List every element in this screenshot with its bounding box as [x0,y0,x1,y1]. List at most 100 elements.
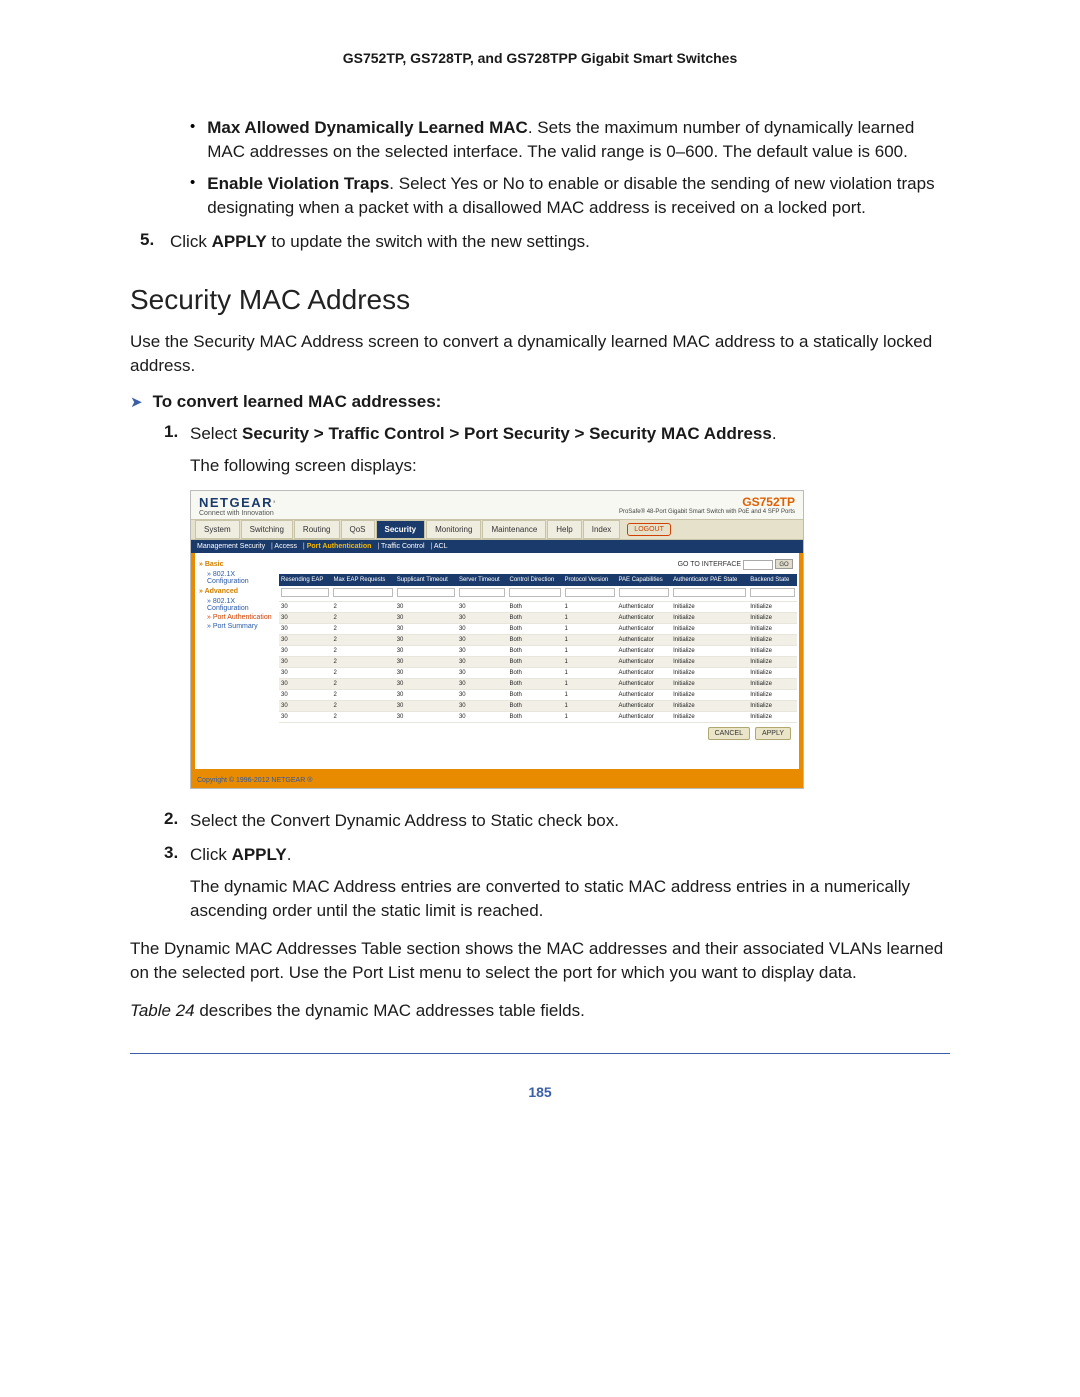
cell: 1 [563,656,617,667]
cell: 30 [395,645,457,656]
cell: Initialize [671,711,748,722]
tab-security[interactable]: Security [376,520,426,539]
step-3-num: 3. [164,843,190,923]
cell: Initialize [671,634,748,645]
cell: 30 [457,689,508,700]
cell: Both [507,623,562,634]
table-row: 3023030Both1AuthenticatorInitializeIniti… [279,700,797,711]
table-row: 3023030Both1AuthenticatorInitializeIniti… [279,612,797,623]
table-row: 3023030Both1AuthenticatorInitializeIniti… [279,678,797,689]
col-header: Protocol Version [563,574,617,586]
side-basic[interactable]: » Basic [199,559,273,570]
cell: 2 [331,645,394,656]
cell: Initialize [748,601,797,612]
side-port-auth[interactable]: » Port Authentication [199,613,273,622]
filter-input[interactable] [619,588,670,597]
filter-input[interactable] [459,588,506,597]
go-button[interactable]: GO [775,559,793,569]
cell: Initialize [671,689,748,700]
tab-routing[interactable]: Routing [294,520,340,539]
cell: Initialize [748,623,797,634]
cell: 30 [457,601,508,612]
section-title: Security MAC Address [130,284,950,316]
cell: 30 [279,601,331,612]
bullet-1: Max Allowed Dynamically Learned MAC. Set… [207,116,950,164]
cell: 30 [279,623,331,634]
filter-input[interactable] [333,588,392,597]
side-8021x-basic[interactable]: » 802.1X Configuration [199,570,273,586]
intro-para: Use the Security MAC Address screen to c… [130,330,950,378]
cell: 2 [331,689,394,700]
filter-input[interactable] [281,588,329,597]
apply-button[interactable]: APPLY [755,727,791,740]
screenshot: NETGEAR' Connect with Innovation GS752TP… [190,490,804,789]
cell: Authenticator [617,689,672,700]
cell: Authenticator [617,645,672,656]
col-header: Control Direction [507,574,562,586]
bullet-icon: • [190,116,195,164]
tab-system[interactable]: System [195,520,240,539]
cell: 30 [395,623,457,634]
cell: Authenticator [617,711,672,722]
cell: 2 [331,612,394,623]
filter-input[interactable] [673,588,746,597]
cell: Initialize [671,700,748,711]
col-header: Supplicant Timeout [395,574,457,586]
cell: Initialize [748,689,797,700]
cell: 30 [279,634,331,645]
tab-index[interactable]: Index [583,520,621,539]
cell: 1 [563,601,617,612]
cell: Initialize [748,700,797,711]
cell: 2 [331,623,394,634]
cell: Initialize [748,667,797,678]
cell: 2 [331,678,394,689]
step-1-text: Select Security > Traffic Control > Port… [190,422,950,446]
side-advanced[interactable]: » Advanced [199,586,273,597]
cell: 2 [331,601,394,612]
cell: Initialize [748,645,797,656]
filter-input[interactable] [509,588,560,597]
goto-input[interactable] [743,560,773,570]
cell: Authenticator [617,601,672,612]
cell: Authenticator [617,656,672,667]
cell: 2 [331,711,394,722]
tab-maintenance[interactable]: Maintenance [482,520,546,539]
step-5-text: Click APPLY to update the switch with th… [170,230,950,254]
tab-qos[interactable]: QoS [341,520,375,539]
table-row: 3023030Both1AuthenticatorInitializeIniti… [279,634,797,645]
side-8021x-adv[interactable]: » 802.1X Configuration [199,597,273,613]
procedure-title: To convert learned MAC addresses: [153,392,442,412]
filter-input[interactable] [565,588,615,597]
table-row: 3023030Both1AuthenticatorInitializeIniti… [279,667,797,678]
tab-help[interactable]: Help [547,520,581,539]
cell: Initialize [671,656,748,667]
cell: Authenticator [617,634,672,645]
cell: Initialize [748,656,797,667]
cell: 30 [279,711,331,722]
cell: Both [507,645,562,656]
cell: 30 [279,656,331,667]
filter-input[interactable] [397,588,455,597]
step-5-num: 5. [140,230,170,254]
tab-switching[interactable]: Switching [241,520,293,539]
cell: 30 [457,656,508,667]
arrow-icon: ➤ [130,393,143,411]
product-desc: ProSafe® 48-Port Gigabit Smart Switch wi… [619,509,795,515]
cell: Initialize [671,601,748,612]
logout-button[interactable]: LOGOUT [627,523,671,536]
product-model: GS752TP [619,495,795,509]
table-row: 3023030Both1AuthenticatorInitializeIniti… [279,601,797,612]
filter-input[interactable] [750,588,795,597]
cell: 2 [331,700,394,711]
cancel-button[interactable]: CANCEL [708,727,750,740]
cell: Initialize [671,612,748,623]
cell: Authenticator [617,700,672,711]
cell: 1 [563,667,617,678]
tab-monitoring[interactable]: Monitoring [426,520,481,539]
step-1-num: 1. [164,422,190,446]
cell: 30 [279,689,331,700]
subtabs: Management Security | Access | Port Auth… [191,540,803,553]
cell: 1 [563,623,617,634]
side-port-summary[interactable]: » Port Summary [199,622,273,631]
cell: 30 [395,634,457,645]
